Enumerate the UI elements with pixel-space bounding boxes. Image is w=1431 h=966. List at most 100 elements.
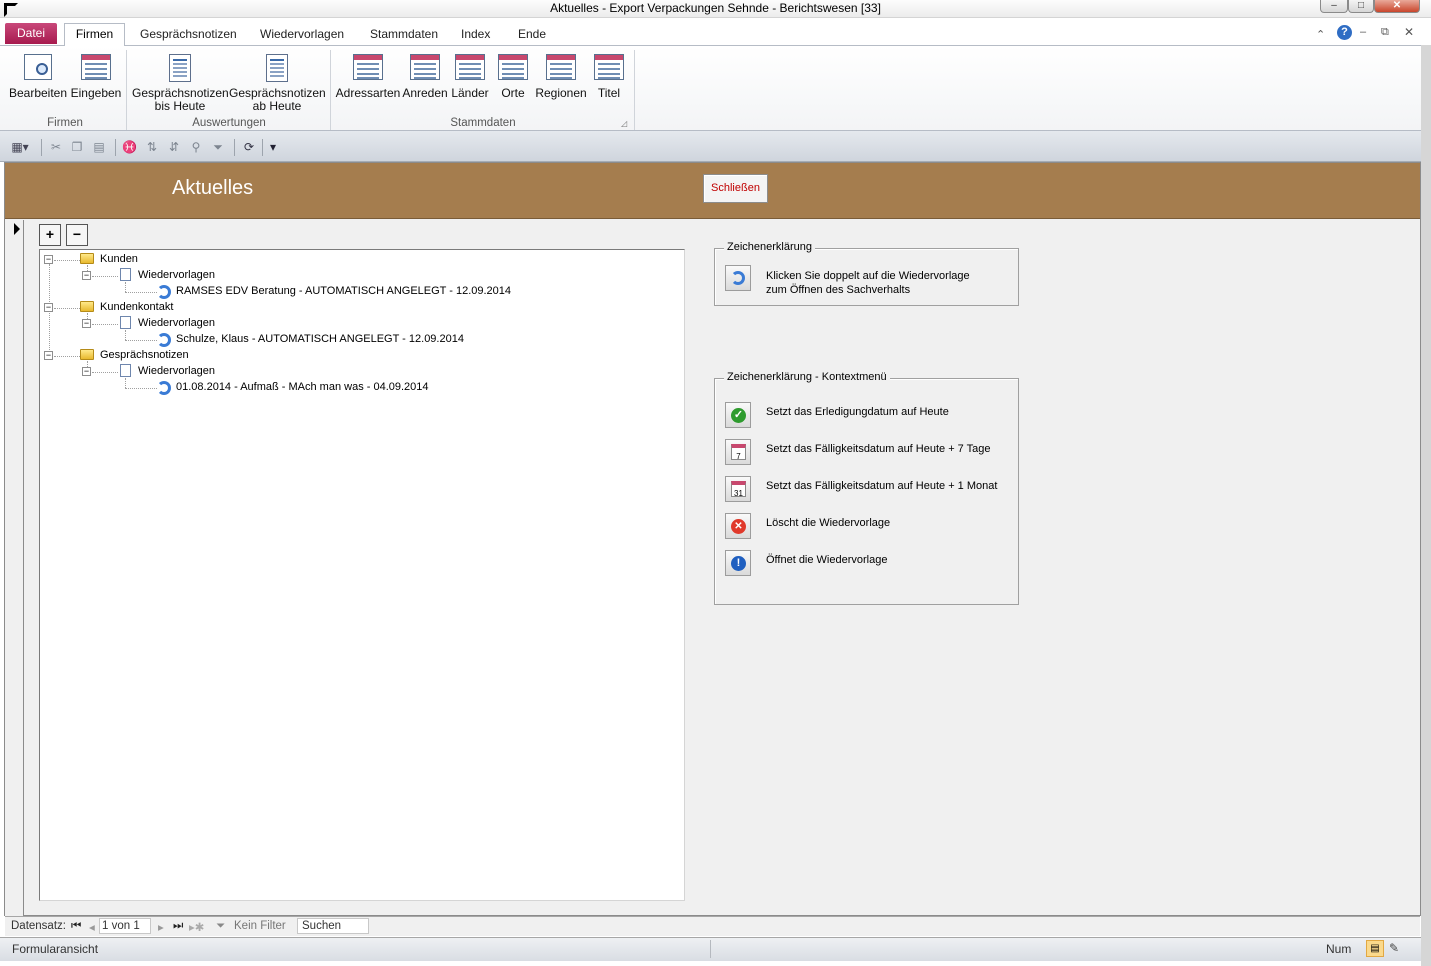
collapse-icon[interactable]: − — [82, 271, 91, 280]
gespraechsnotizen-bis-heute-button[interactable]: Gesprächsnotizen bis Heute — [132, 52, 229, 114]
collapse-icon[interactable]: − — [44, 351, 53, 360]
filter-icon[interactable]: ⏷ — [211, 140, 225, 154]
collapse-icon[interactable]: − — [44, 255, 53, 264]
close-window-button[interactable]: ✕ — [1374, 0, 1420, 13]
view-icon[interactable]: ▦▾ — [8, 140, 32, 154]
legend-check-button: ✓ — [725, 402, 751, 428]
table-icon — [410, 54, 440, 80]
form-view-icon[interactable]: ▤ — [1366, 940, 1384, 957]
next-record-icon[interactable]: ▸ — [158, 920, 164, 934]
title-bar: Aktuelles - Export Verpackungen Sehnde -… — [0, 0, 1431, 18]
tree-node-item[interactable]: 01.08.2014 - Aufmaß - MAch man was - 04.… — [176, 379, 429, 395]
tree-line — [92, 276, 118, 277]
window-title: Aktuelles - Export Verpackungen Sehnde -… — [550, 1, 881, 15]
toolbar-separator — [41, 139, 42, 156]
titel-label: Titel — [597, 86, 621, 100]
tab-gespraechsnotizen[interactable]: Gesprächsnotizen — [140, 26, 237, 44]
titel-button[interactable]: Titel — [592, 52, 626, 114]
context-item-text: Löscht die Wiedervorlage — [766, 517, 891, 529]
design-view-icon[interactable]: ✎ — [1389, 941, 1399, 955]
record-number-input[interactable]: 1 von 1 — [99, 918, 151, 934]
tab-datei[interactable]: Datei — [5, 23, 57, 44]
tree-node-item[interactable]: RAMSES EDV Beratung - AUTOMATISCH ANGELE… — [176, 283, 511, 299]
view-status: Formularansicht — [12, 942, 99, 956]
find-icon[interactable]: ♓ — [122, 140, 137, 154]
table-icon — [498, 54, 528, 80]
tab-firmen[interactable]: Firmen — [64, 23, 125, 46]
bearbeiten-button[interactable]: Bearbeiten — [8, 52, 68, 114]
collapse-icon[interactable]: − — [82, 367, 91, 376]
table-icon — [353, 54, 383, 80]
eingeben-button[interactable]: Eingeben — [68, 52, 124, 114]
tab-wiedervorlagen[interactable]: Wiedervorlagen — [260, 26, 344, 44]
tree-node-wiedervorlagen[interactable]: Wiedervorlagen — [138, 267, 215, 283]
anreden-button[interactable]: Anreden — [401, 52, 449, 114]
adressarten-label: Adressarten — [335, 86, 401, 100]
filter-selection-icon[interactable]: ⚲ — [189, 140, 203, 154]
window-border — [1421, 18, 1431, 966]
calendar-31-icon: 31 — [731, 481, 746, 498]
toolbar-separator — [262, 139, 263, 156]
app-logo-icon[interactable] — [4, 3, 18, 17]
first-record-icon[interactable]: ⏮ — [71, 920, 81, 933]
tree-node-group[interactable]: Kundenkontakt — [100, 299, 173, 315]
paste-icon[interactable]: ▤ — [92, 140, 106, 154]
help-icon[interactable]: ? — [1337, 25, 1352, 40]
collapse-icon[interactable]: − — [44, 303, 53, 312]
cut-icon[interactable]: ✂ — [49, 140, 63, 154]
gespraechsnotizen-ab-heute-button[interactable]: Gesprächsnotizen ab Heute — [229, 52, 326, 114]
orte-label: Orte — [501, 86, 525, 100]
orte-button[interactable]: Orte — [495, 52, 531, 114]
ribbon-collapse-icon[interactable]: ⌃ — [1316, 28, 1325, 41]
sort-descending-icon[interactable]: ⇵ — [167, 140, 181, 154]
check-icon: ✓ — [731, 408, 746, 423]
refresh-icon — [157, 285, 171, 299]
tree-node-wiedervorlagen[interactable]: Wiedervorlagen — [138, 363, 215, 379]
record-label: Datensatz: — [11, 920, 66, 932]
laender-label: Länder — [451, 86, 489, 100]
tab-index[interactable]: Index — [461, 26, 490, 44]
expand-all-button[interactable]: + — [39, 224, 61, 246]
tree-view[interactable]: − Kunden − Wiedervorlagen RAMSES EDV Ber… — [39, 249, 685, 901]
tree-node-item[interactable]: Schulze, Klaus - AUTOMATISCH ANGELEGT - … — [176, 331, 464, 347]
new-record-icon[interactable]: ▸✱ — [189, 920, 204, 934]
legend-cal31-button: 31 — [725, 476, 751, 502]
doc-close-icon[interactable]: ✕ — [1404, 25, 1414, 39]
schliessen-button[interactable]: Schließen — [703, 174, 768, 203]
dialog-launcher-icon[interactable]: ◿ — [621, 119, 627, 128]
table-icon — [546, 54, 576, 80]
folder-icon — [80, 349, 94, 360]
customize-dropdown-icon[interactable]: ▾ — [266, 140, 280, 154]
minimize-button[interactable]: – — [1320, 0, 1348, 13]
tree-node-group[interactable]: Gesprächsnotizen — [100, 347, 189, 363]
regionen-button[interactable]: Regionen — [534, 52, 588, 114]
form-entry-icon — [81, 54, 111, 80]
refresh-toolbar-icon[interactable]: ⟳ — [242, 140, 256, 154]
doc-minimize-icon[interactable]: – — [1360, 26, 1366, 38]
folder-icon — [80, 301, 94, 312]
previous-record-icon[interactable]: ◂ — [89, 920, 95, 934]
tree-line — [92, 324, 118, 325]
tree-line — [92, 372, 118, 373]
tab-ende[interactable]: Ende — [518, 26, 546, 44]
filter-status[interactable]: Kein Filter — [234, 920, 286, 932]
adressarten-button[interactable]: Adressarten — [335, 52, 401, 114]
search-input[interactable]: Suchen — [297, 918, 369, 934]
maximize-button[interactable]: □ — [1348, 0, 1374, 13]
collapse-icon[interactable]: − — [82, 319, 91, 328]
button-label-line2: bis Heute — [154, 99, 206, 113]
current-record-arrow-icon — [14, 223, 20, 235]
tree-node-wiedervorlagen[interactable]: Wiedervorlagen — [138, 315, 215, 331]
tree-line — [125, 292, 157, 293]
anreden-label: Anreden — [402, 86, 448, 100]
last-record-icon[interactable]: ⏭ — [173, 920, 183, 933]
collapse-all-button[interactable]: − — [66, 224, 88, 246]
tree-node-group[interactable]: Kunden — [100, 251, 138, 267]
sort-ascending-icon[interactable]: ⇅ — [145, 140, 159, 154]
laender-button[interactable]: Länder — [449, 52, 491, 114]
copy-icon[interactable]: ❐ — [70, 140, 84, 154]
record-selector[interactable] — [5, 220, 24, 916]
tab-stammdaten[interactable]: Stammdaten — [370, 26, 438, 44]
doc-restore-icon[interactable]: ⧉ — [1381, 26, 1389, 39]
report-icon — [169, 54, 191, 82]
